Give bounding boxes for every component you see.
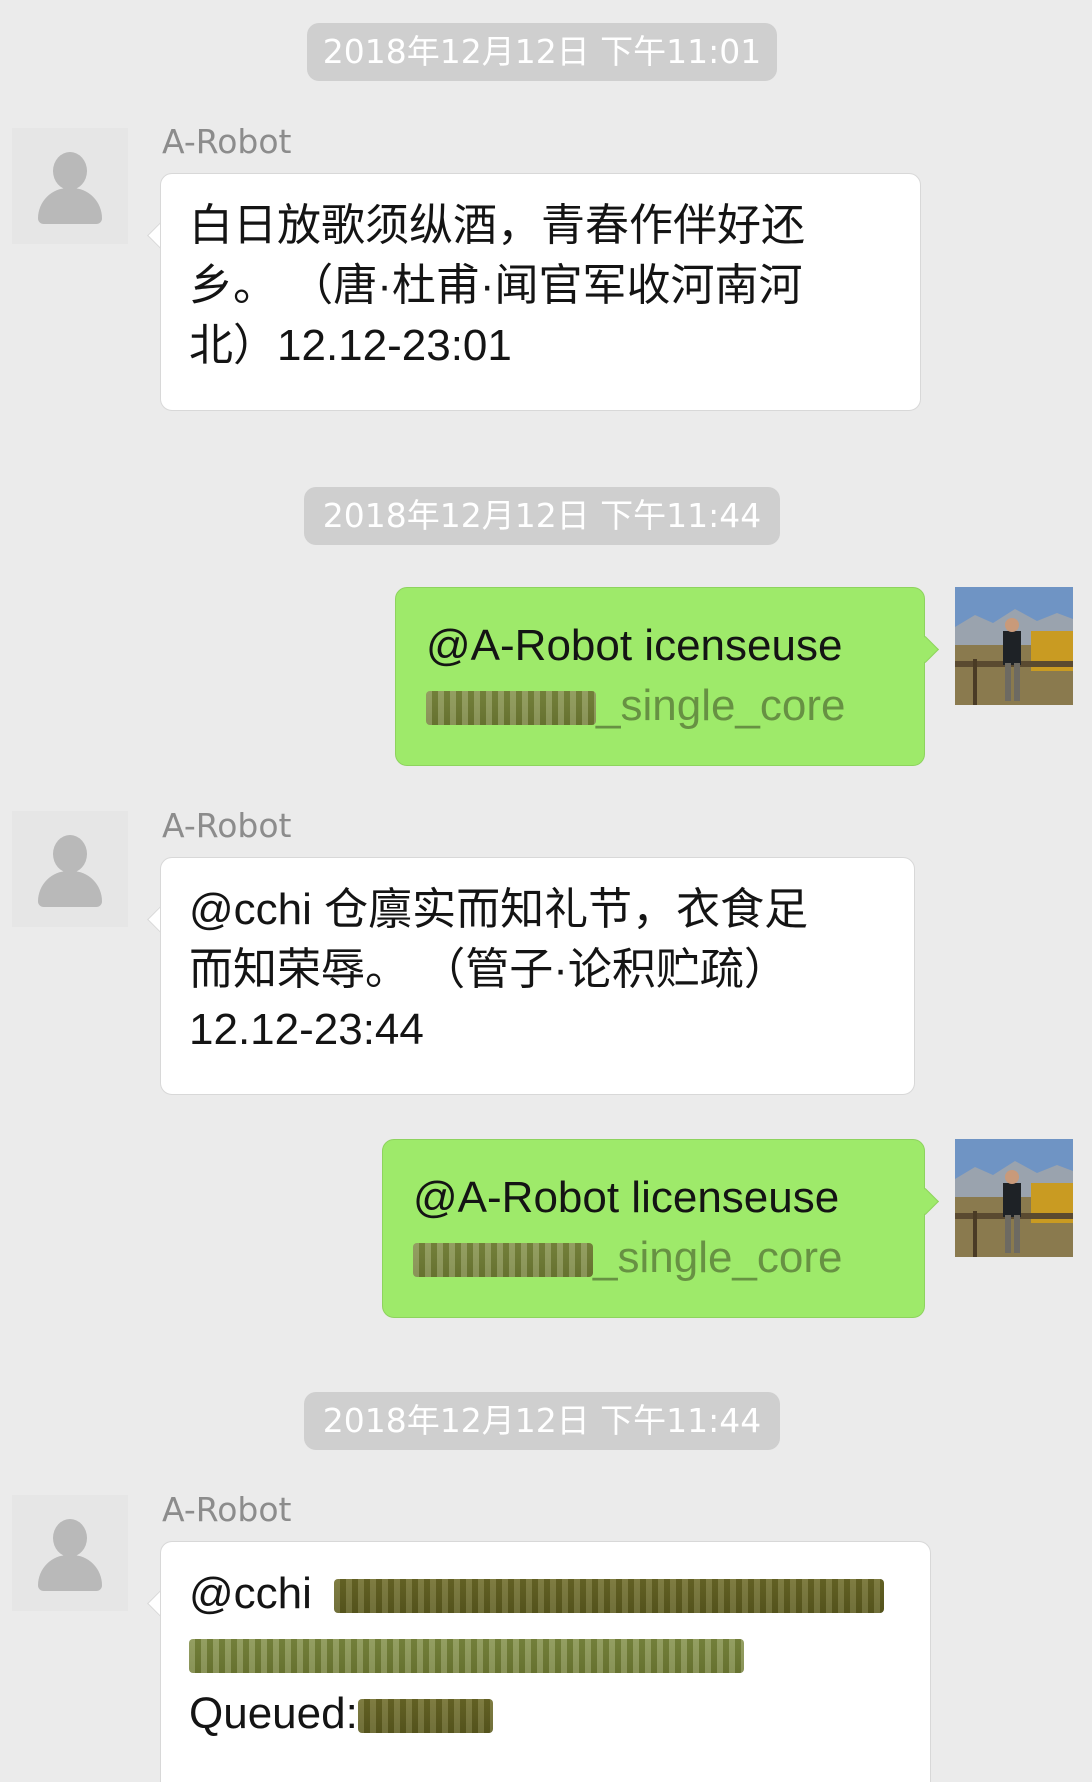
message-line: 而知荣辱。 （管子·论积贮疏）: [189, 945, 788, 994]
mountain-photo-avatar: [955, 1139, 1073, 1257]
message-bubble-3[interactable]: @cchi 仓廪实而知礼节，衣食足 而知荣辱。 （管子·论积贮疏） 12.12-…: [160, 857, 915, 1095]
message-line-suffix: _single_core: [593, 1233, 843, 1282]
person-body-icon: [38, 188, 102, 224]
message-line: 12.12-23:44: [189, 1005, 424, 1054]
timestamp-3: 2018年12月12日 下午11:44: [304, 1392, 780, 1450]
message-line: 白日放歌须纵酒，青春作伴好还: [189, 201, 805, 250]
message-line: @A-Robot icenseuse: [426, 621, 843, 670]
avatar-a-robot-3[interactable]: [12, 1495, 128, 1611]
message-bubble-1[interactable]: 白日放歌须纵酒，青春作伴好还 乡。 （唐·杜甫·闻官军收河南河 北）12.12-…: [160, 173, 921, 411]
message-line: @cchi: [189, 1564, 902, 1624]
message-line: @A-Robot licenseuse: [413, 1173, 840, 1222]
avatar-a-robot-2[interactable]: [12, 811, 128, 927]
timestamp-2: 2018年12月12日 下午11:44: [304, 487, 780, 545]
redacted-text-block: [334, 1579, 885, 1614]
message-bubble-2[interactable]: @A-Robot icenseuse _single_core: [395, 587, 925, 766]
person-body-icon: [38, 1555, 102, 1591]
sender-name-3: A-Robot: [162, 1490, 292, 1529]
message-line: @cchi 仓廪实而知礼节，衣食足: [189, 885, 809, 934]
person-body-icon: [38, 871, 102, 907]
sender-name-1: A-Robot: [162, 122, 292, 161]
person-head-icon: [53, 1519, 87, 1557]
mention: @cchi: [189, 1569, 312, 1618]
sender-name-2: A-Robot: [162, 806, 292, 845]
queued-label: Queued:: [189, 1689, 358, 1738]
person-head-icon: [53, 835, 87, 873]
user-avatar-1[interactable]: [955, 587, 1073, 705]
avatar-a-robot-1[interactable]: [12, 128, 128, 244]
person-head-icon: [53, 152, 87, 190]
redacted-text-block: [357, 1699, 493, 1734]
redacted-text-block: [189, 1639, 744, 1674]
user-avatar-2[interactable]: [955, 1139, 1073, 1257]
message-bubble-4[interactable]: @A-Robot licenseuse _single_core: [382, 1139, 925, 1318]
redacted-text-block: [413, 1243, 593, 1278]
timestamp-1: 2018年12月12日 下午11:01: [307, 23, 777, 81]
message-line: [189, 1624, 902, 1684]
message-line: Queued:: [189, 1684, 902, 1744]
message-bubble-5[interactable]: @cchi Queued:: [160, 1541, 931, 1782]
mountain-photo-avatar: [955, 587, 1073, 705]
message-line: _single_core: [426, 676, 894, 736]
message-line: 北）12.12-23:01: [189, 321, 512, 370]
message-line: 乡。 （唐·杜甫·闻官军收河南河: [189, 261, 803, 310]
message-line-suffix: _single_core: [596, 681, 846, 730]
redacted-text-block: [426, 691, 596, 726]
message-line: _single_core: [413, 1228, 894, 1288]
